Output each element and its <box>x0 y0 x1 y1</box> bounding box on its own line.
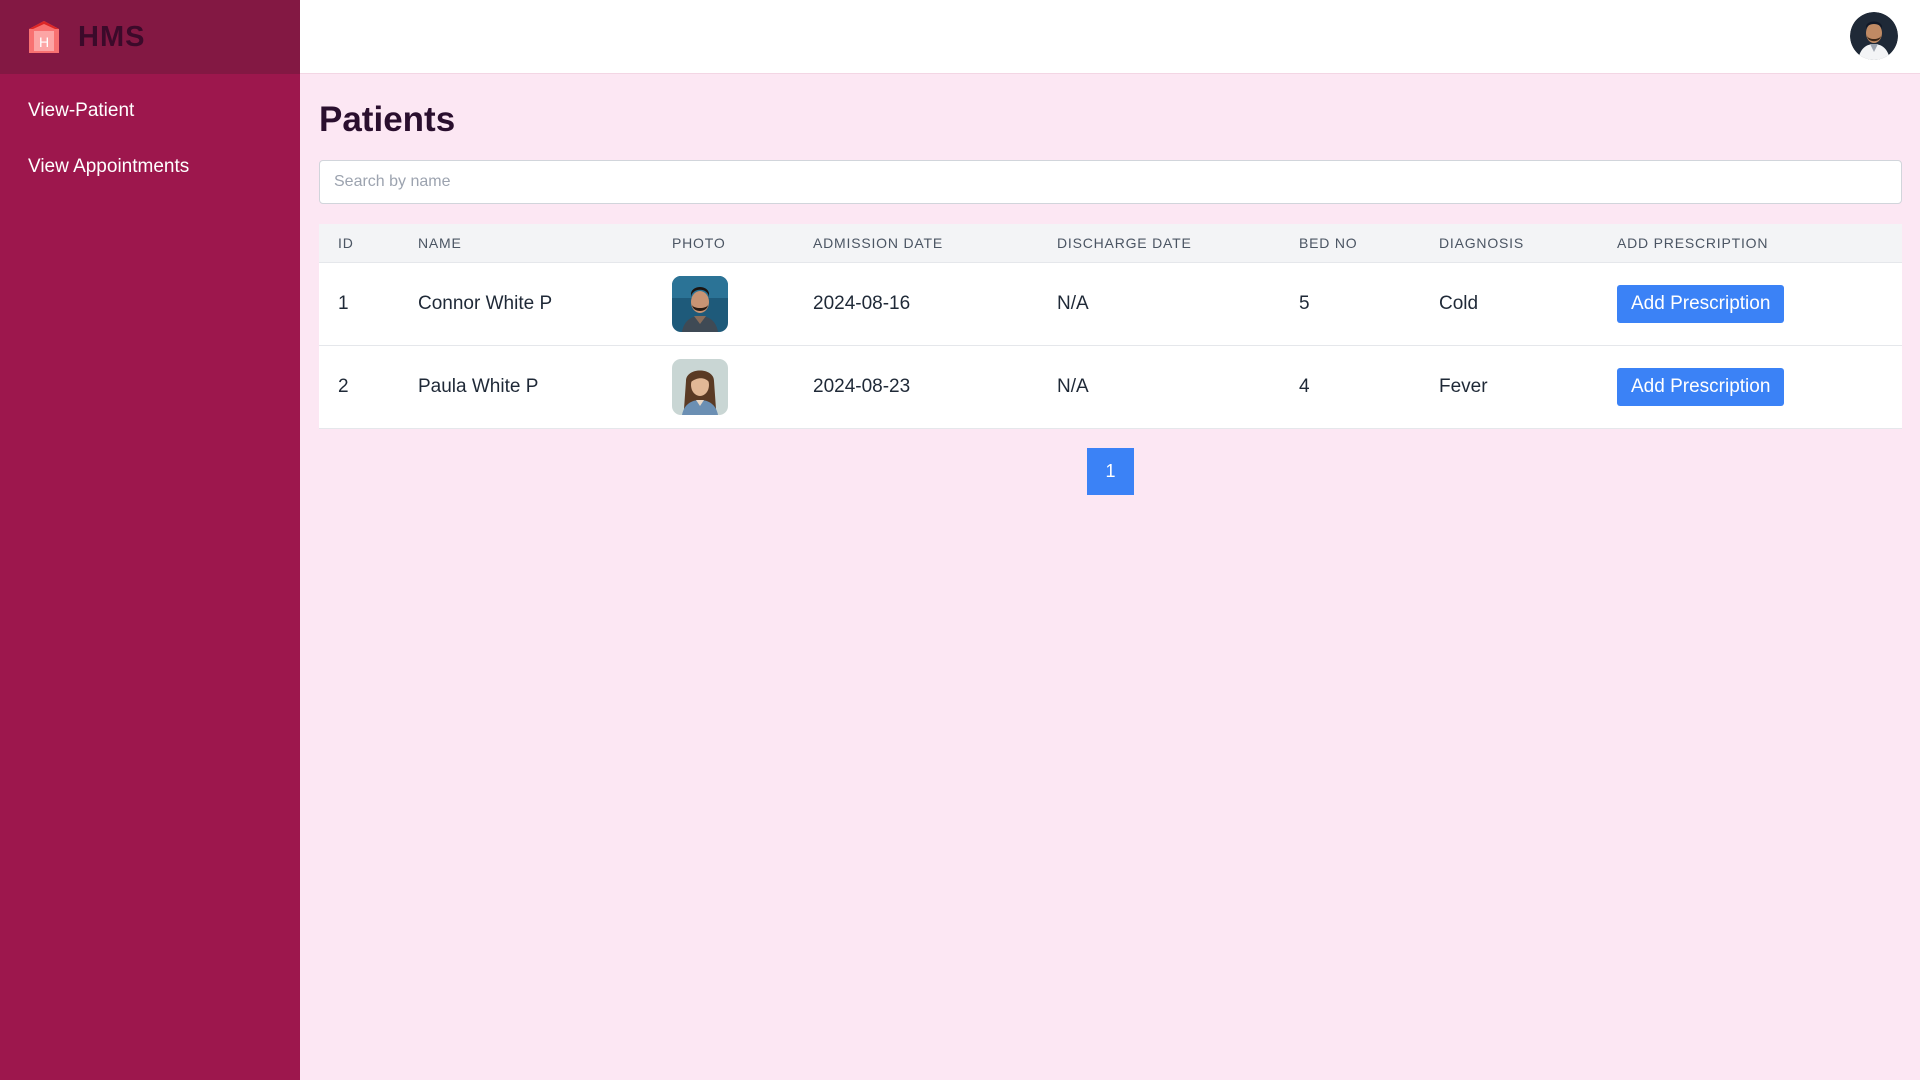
sidebar-nav: View-Patient View Appointments <box>0 101 300 213</box>
sidebar-item-view-appointments[interactable]: View Appointments <box>0 157 300 213</box>
patients-table: ID NAME PHOTO ADMISSION DATE DISCHARGE D… <box>319 224 1902 429</box>
cell-photo <box>653 262 794 345</box>
female-patient-photo <box>672 358 728 415</box>
table-row: 2 Paula White P 2024-08-23 N/A 4 Fever A… <box>319 345 1902 428</box>
column-header-bed-no: BED NO <box>1280 224 1420 263</box>
page-button-1[interactable]: 1 <box>1087 447 1134 495</box>
column-header-discharge-date: DISCHARGE DATE <box>1038 224 1280 263</box>
cell-diagnosis: Fever <box>1439 375 1488 397</box>
cell-action: Add Prescription <box>1598 262 1902 345</box>
sidebar-item-view-patient[interactable]: View-Patient <box>0 101 300 157</box>
cell-admission-date: 2024-08-16 <box>813 292 911 314</box>
column-header-admission-date: ADMISSION DATE <box>794 224 1038 263</box>
cell-bed-no: 4 <box>1299 375 1310 397</box>
cell-photo <box>653 345 794 428</box>
table-row: 1 Connor White P 2024-08-16 N/A 5 Cold A… <box>319 262 1902 345</box>
column-header-diagnosis: DIAGNOSIS <box>1420 224 1598 263</box>
male-patient-photo <box>672 275 728 332</box>
add-prescription-button[interactable]: Add Prescription <box>1617 284 1785 323</box>
column-header-photo: PHOTO <box>653 224 794 263</box>
cell-admission-date: 2024-08-23 <box>813 375 911 397</box>
main-content: Patients ID NAME PHOTO ADMISSION DATE DI… <box>319 74 1902 495</box>
hospital-icon: H <box>28 20 60 54</box>
search-input[interactable] <box>319 160 1902 204</box>
cell-bed-no: 5 <box>1299 292 1310 314</box>
svg-text:H: H <box>39 34 49 50</box>
column-header-add-prescription: ADD PRESCRIPTION <box>1598 224 1902 263</box>
cell-diagnosis: Cold <box>1439 292 1479 314</box>
cell-discharge-date: N/A <box>1057 375 1089 397</box>
page-title: Patients <box>319 100 456 139</box>
top-bar <box>300 0 1920 74</box>
pagination: 1 <box>319 447 1902 495</box>
user-avatar[interactable] <box>1850 12 1898 60</box>
table-header-row: ID NAME PHOTO ADMISSION DATE DISCHARGE D… <box>319 224 1902 263</box>
cell-name: Paula White P <box>418 375 539 397</box>
cell-action: Add Prescription <box>1598 345 1902 428</box>
column-header-id: ID <box>319 224 399 263</box>
brand-bar: H HMS <box>0 0 300 74</box>
cell-id: 2 <box>338 375 349 397</box>
cell-name: Connor White P <box>418 292 553 314</box>
cell-id: 1 <box>338 292 349 314</box>
column-header-name: NAME <box>399 224 653 263</box>
cell-discharge-date: N/A <box>1057 292 1089 314</box>
add-prescription-button[interactable]: Add Prescription <box>1617 367 1785 406</box>
brand-name: HMS <box>78 20 146 53</box>
sidebar: H HMS View-Patient View Appointments <box>0 0 300 1080</box>
